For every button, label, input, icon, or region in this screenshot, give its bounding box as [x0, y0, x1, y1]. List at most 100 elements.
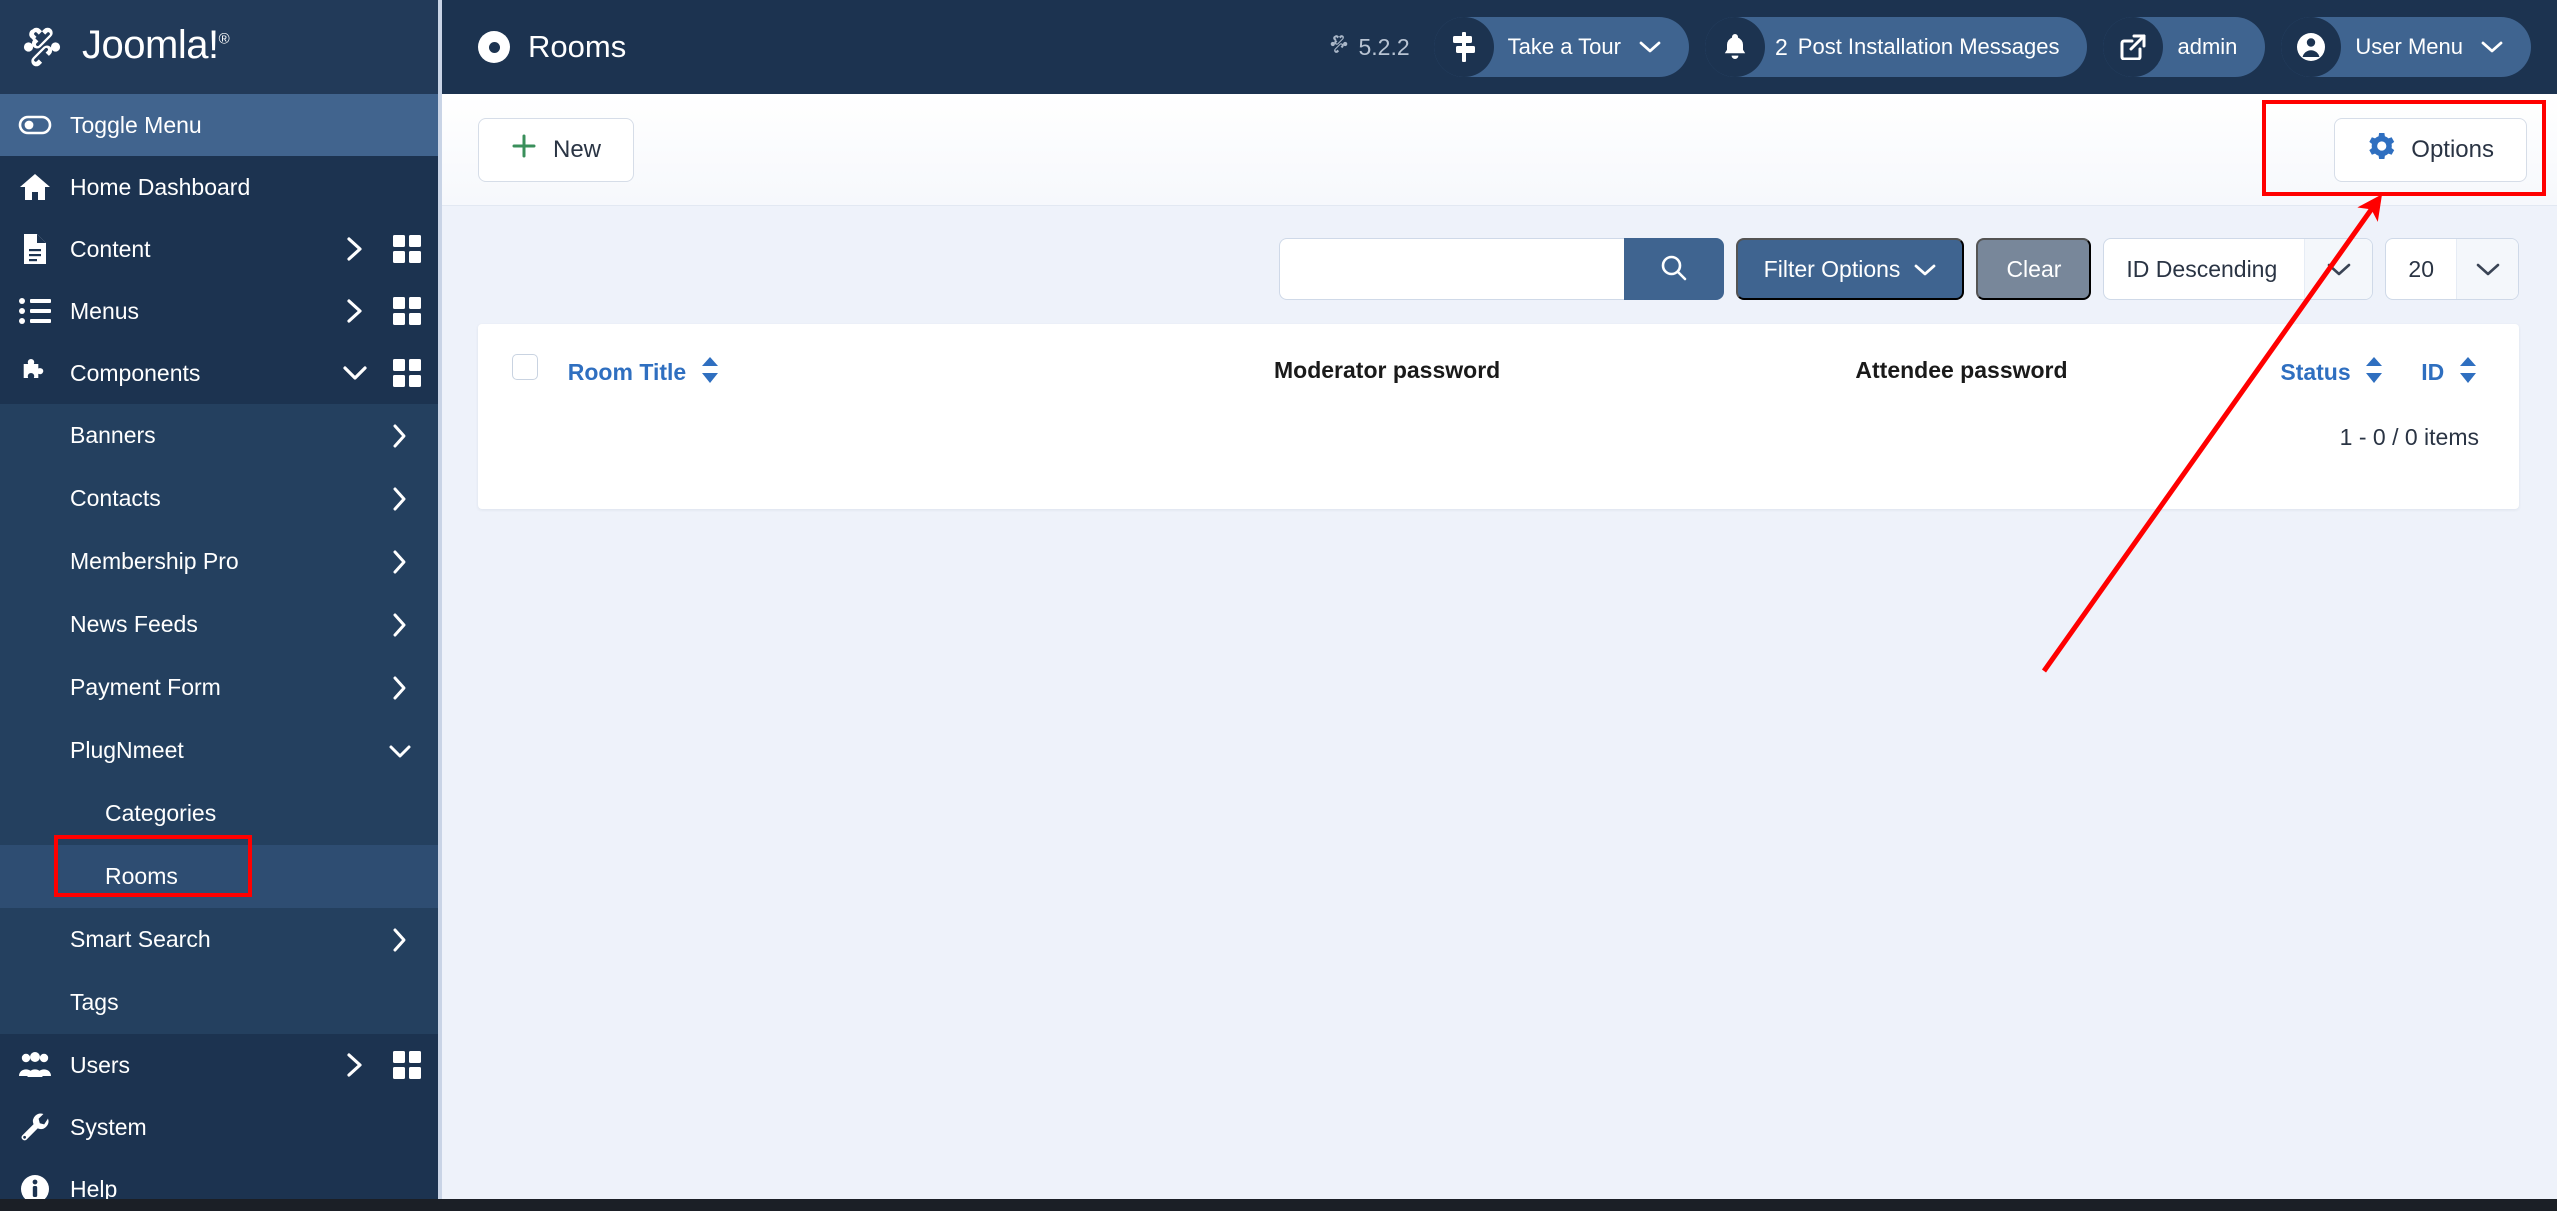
- column-header-attendee-password: Attendee password: [1674, 324, 2248, 416]
- list-limit-value: 20: [2408, 255, 2434, 282]
- bell-icon: [1704, 17, 1765, 77]
- joomla-logo-icon: [18, 23, 66, 71]
- chevron-right-icon[interactable]: [340, 1051, 370, 1079]
- sidebar-item-label: Home Dashboard: [70, 173, 251, 200]
- table-footer-row: 1 - 0 / 0 items: [478, 416, 2519, 509]
- list-limit-select[interactable]: 20: [2385, 238, 2519, 300]
- options-button-label: Options: [2411, 135, 2494, 163]
- sidebar-item-contacts[interactable]: Contacts: [0, 467, 440, 530]
- table-head: Room Title Moderator password Attendee p…: [478, 324, 2519, 416]
- sidebar-item-label: System: [70, 1113, 147, 1140]
- column-header-room-title[interactable]: Room Title: [546, 324, 1100, 416]
- chevron-right-icon[interactable]: [388, 927, 412, 953]
- list-icon: [18, 294, 52, 328]
- sidebar-item-tags[interactable]: Tags: [0, 971, 440, 1034]
- gear-icon: [2367, 132, 2395, 167]
- sidebar-subitem-label: News Feeds: [70, 611, 198, 637]
- select-all-checkbox[interactable]: [511, 354, 538, 380]
- page-title: Rooms: [478, 29, 626, 65]
- sidebar-item-categories[interactable]: Categories: [0, 782, 440, 845]
- sidebar-item-rooms[interactable]: Rooms: [0, 845, 440, 908]
- sidebar-edge-divider: [438, 0, 442, 1199]
- sidebar-toggle-menu[interactable]: Toggle Menu: [0, 94, 440, 156]
- chevron-down-icon: [1639, 40, 1661, 54]
- dashboard-grid-icon[interactable]: [392, 1051, 422, 1079]
- site-link-button[interactable]: admin: [2103, 17, 2266, 77]
- sidebar-item-payment-form[interactable]: Payment Form: [0, 656, 440, 719]
- sidebar-subitem-label: Categories: [105, 800, 217, 826]
- sidebar-item-membership-pro[interactable]: Membership Pro: [0, 530, 440, 593]
- column-header-status[interactable]: Status: [2249, 324, 2415, 416]
- dashboard-grid-icon[interactable]: [392, 297, 422, 325]
- column-label: Moderator password: [1274, 356, 1501, 383]
- user-menu-label: User Menu: [2355, 34, 2463, 59]
- clear-filters-button[interactable]: Clear: [1976, 238, 2092, 300]
- column-header-moderator-password: Moderator password: [1100, 324, 1675, 416]
- post-installation-messages-label: Post Installation Messages: [1797, 34, 2060, 59]
- brand-logo-area[interactable]: Joomla!®: [0, 0, 440, 94]
- home-icon: [18, 170, 52, 204]
- chevron-down-icon: [2456, 239, 2518, 299]
- sidebar-subitem-label: PlugNmeet: [70, 737, 184, 763]
- take-a-tour-button[interactable]: Take a Tour: [1433, 17, 1689, 77]
- filter-options-button[interactable]: Filter Options: [1735, 238, 1965, 300]
- new-button-label: New: [553, 135, 602, 163]
- joomla-admin-app: Joomla!® Toggle Menu Home Dashboard Cont…: [0, 0, 2557, 1211]
- topbar: Rooms 5.2.2 Take a Tour 2 Post Installat…: [440, 0, 2557, 94]
- chevron-right-icon[interactable]: [340, 297, 370, 325]
- new-button[interactable]: New: [478, 117, 635, 182]
- chevron-down-icon[interactable]: [340, 364, 370, 382]
- filter-options-label: Filter Options: [1763, 255, 1901, 282]
- joomla-version: 5.2.2: [1328, 33, 1410, 61]
- external-link-icon: [2103, 17, 2164, 77]
- sidebar-item-home-dashboard[interactable]: Home Dashboard: [0, 156, 440, 218]
- puzzle-icon: [18, 356, 52, 390]
- dashboard-grid-icon[interactable]: [392, 359, 422, 387]
- main-area: Rooms 5.2.2 Take a Tour 2 Post Installat…: [440, 0, 2557, 1211]
- user-circle-icon: [2281, 17, 2342, 77]
- topbar-right-group: 5.2.2 Take a Tour 2 Post Installation Me…: [1328, 17, 2531, 77]
- user-menu-button[interactable]: User Menu: [2281, 17, 2531, 77]
- version-text: 5.2.2: [1358, 33, 1410, 60]
- chevron-down-icon[interactable]: [388, 743, 412, 759]
- sidebar-item-label: Menus: [70, 297, 140, 324]
- messages-count: 2: [1774, 33, 1788, 60]
- chevron-right-icon[interactable]: [388, 675, 412, 701]
- chevron-right-icon[interactable]: [388, 612, 412, 638]
- page-title-text: Rooms: [528, 29, 627, 64]
- ordering-value: ID Descending: [2126, 255, 2278, 282]
- sidebar-item-users[interactable]: Users: [0, 1034, 440, 1096]
- content-area: Filter Options Clear ID Descending 20 Ro…: [440, 206, 2557, 1211]
- plus-icon: [511, 133, 537, 166]
- ordering-select[interactable]: ID Descending: [2103, 238, 2374, 300]
- sidebar-item-label: Users: [70, 1051, 131, 1078]
- sidebar-item-banners[interactable]: Banners: [0, 404, 440, 467]
- search-input[interactable]: [1278, 238, 1624, 300]
- options-button[interactable]: Options: [2334, 117, 2527, 182]
- sidebar-item-menus[interactable]: Menus: [0, 280, 440, 342]
- chevron-right-icon[interactable]: [388, 486, 412, 512]
- sidebar-item-label: Components: [70, 359, 201, 386]
- joomla-mark-icon: [1328, 33, 1350, 61]
- chevron-down-icon: [1914, 256, 1936, 283]
- rooms-table-card: Room Title Moderator password Attendee p…: [478, 324, 2519, 509]
- column-label: Room Title: [567, 359, 687, 385]
- post-installation-messages-button[interactable]: 2 Post Installation Messages: [1704, 17, 2088, 77]
- sidebar-subitem-label: Membership Pro: [70, 548, 239, 574]
- sidebar-item-system[interactable]: System: [0, 1096, 440, 1158]
- sidebar-item-components[interactable]: Components: [0, 342, 440, 404]
- chevron-right-icon[interactable]: [340, 235, 370, 263]
- chevron-right-icon[interactable]: [388, 423, 412, 449]
- chevron-right-icon[interactable]: [388, 549, 412, 575]
- dashboard-grid-icon[interactable]: [392, 235, 422, 263]
- column-header-id[interactable]: ID: [2415, 324, 2519, 416]
- table-header-row: Room Title Moderator password Attendee p…: [478, 324, 2519, 416]
- rooms-table: Room Title Moderator password Attendee p…: [478, 324, 2519, 509]
- record-dot-icon: [478, 31, 510, 63]
- sort-icon: [2459, 357, 2477, 389]
- sidebar-item-content[interactable]: Content: [0, 218, 440, 280]
- search-button[interactable]: [1623, 238, 1724, 300]
- sidebar-item-news-feeds[interactable]: News Feeds: [0, 593, 440, 656]
- sidebar-item-plugnmeet[interactable]: PlugNmeet: [0, 719, 440, 782]
- sidebar-item-smart-search[interactable]: Smart Search: [0, 908, 440, 971]
